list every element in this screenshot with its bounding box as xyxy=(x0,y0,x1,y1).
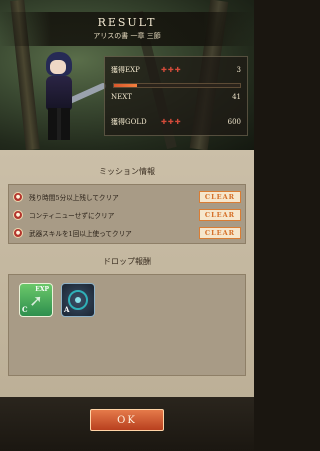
grade-badge: A xyxy=(64,305,70,314)
result-title-bar: RESULT アリスの書 一章 三節 xyxy=(0,12,254,46)
gold-stars: ✚✚✚ xyxy=(161,118,182,126)
mission-list: ● 残り時間5分以上残してクリア CLEAR ● コンティニューせずにクリア C… xyxy=(8,184,246,244)
stats-panel: 獲得EXP ✚✚✚ 3 NEXT 41 獲得GOLD ✚✚✚ 600 xyxy=(104,56,248,136)
mission-status-icon: ● xyxy=(13,192,23,202)
clear-badge: CLEAR xyxy=(199,191,241,203)
character-legs xyxy=(48,108,70,140)
mission-row: ● 残り時間5分以上残してクリア CLEAR xyxy=(13,189,241,205)
exp-row: 獲得EXP ✚✚✚ 3 xyxy=(111,63,241,77)
gold-row: 獲得GOLD ✚✚✚ 600 xyxy=(111,115,241,129)
mission-text: 残り時間5分以上残してクリア xyxy=(29,194,119,202)
exp-value: 3 xyxy=(236,66,241,74)
drop-header-label: ドロップ報酬 xyxy=(103,257,151,266)
drop-list: EXP ➚ C A xyxy=(8,274,246,376)
player-character xyxy=(28,52,108,148)
mission-header: ミッション情報 xyxy=(0,166,254,180)
chapter-subtitle: アリスの書 一章 三節 xyxy=(93,32,161,40)
item-drop-card[interactable]: A xyxy=(61,283,95,317)
mission-text: 武器スキルを1回以上使ってクリア xyxy=(29,230,132,238)
clear-badge: CLEAR xyxy=(199,227,241,239)
exp-stars: ✚✚✚ xyxy=(161,66,182,74)
exp-progress-bar xyxy=(113,83,241,88)
mission-text: コンティニューせずにクリア xyxy=(29,212,115,220)
mission-header-label: ミッション情報 xyxy=(99,167,155,176)
mission-row: ● 武器スキルを1回以上使ってクリア CLEAR xyxy=(13,225,241,241)
next-row: NEXT 41 xyxy=(111,90,241,104)
gold-label: 獲得GOLD xyxy=(111,118,147,126)
drop-header: ドロップ報酬 xyxy=(0,256,254,270)
ring-icon xyxy=(68,290,88,310)
mission-status-icon: ● xyxy=(13,210,23,220)
character-body xyxy=(46,76,72,110)
exp-progress-fill xyxy=(114,84,137,87)
result-title: RESULT xyxy=(97,16,157,29)
gold-value: 600 xyxy=(227,118,241,126)
character-face xyxy=(50,60,66,74)
mission-row: ● コンティニューせずにクリア CLEAR xyxy=(13,207,241,223)
next-value: 41 xyxy=(232,93,241,101)
footer: OK xyxy=(0,397,254,451)
arrow-icon: ➚ xyxy=(29,290,43,310)
exp-label: 獲得EXP xyxy=(111,66,140,74)
next-label: NEXT xyxy=(111,93,132,101)
exp-drop-card[interactable]: EXP ➚ C xyxy=(19,283,53,317)
grade-badge: C xyxy=(22,305,28,314)
ok-button[interactable]: OK xyxy=(90,409,164,431)
clear-badge: CLEAR xyxy=(199,209,241,221)
battle-scene: RESULT アリスの書 一章 三節 獲得EXP ✚✚✚ 3 NEXT 41 獲… xyxy=(0,0,254,150)
mission-status-icon: ● xyxy=(13,228,23,238)
